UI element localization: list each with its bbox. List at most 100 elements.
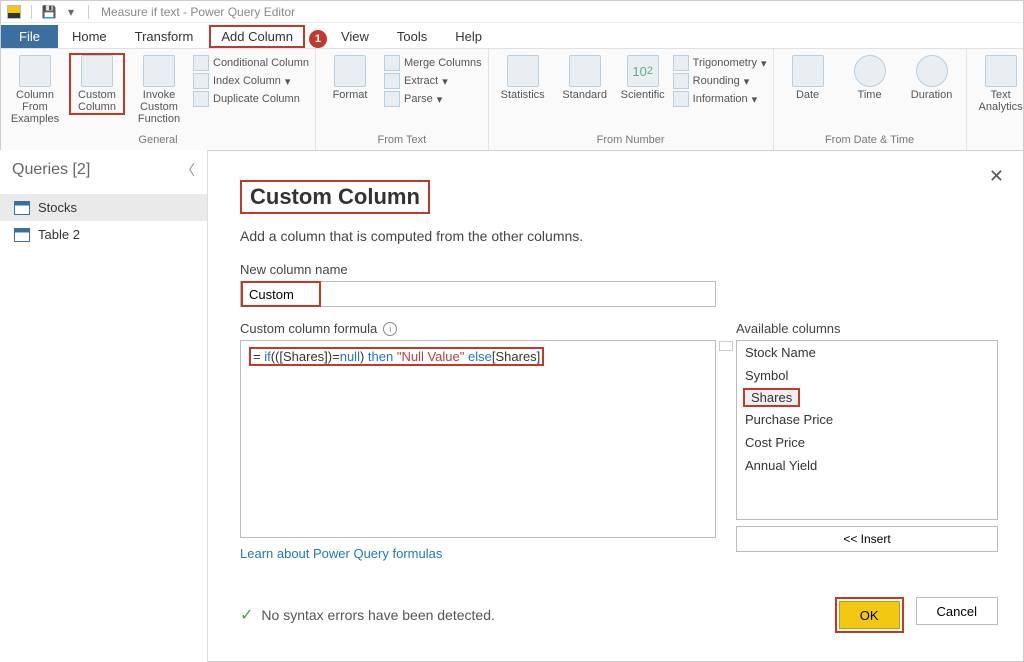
avail-col-purchase-price[interactable]: Purchase Price [737,408,997,431]
check-icon: ✓ [240,605,253,625]
tab-tools[interactable]: Tools [383,25,441,48]
query-item-table2[interactable]: Table 2 [0,221,207,248]
save-icon[interactable]: 💾 [40,3,58,21]
index-icon [193,73,209,89]
group-from-text: Format Merge Columns Extract▾ Parse▾ Fro… [316,49,489,150]
new-column-name-input-wrap[interactable] [240,281,716,307]
conditional-column-button[interactable]: Conditional Column [193,55,309,71]
duration-button[interactable]: Duration [904,53,960,101]
scientific-button[interactable]: 102Scientific [619,53,667,101]
chevron-down-icon: ▾ [761,57,767,70]
rounding-icon [673,73,689,89]
parse-button[interactable]: Parse▾ [384,91,482,107]
label: Statistics [501,89,545,101]
information-button[interactable]: Information ▾ [673,91,767,107]
label: Information [693,93,748,105]
label-text: Custom column formula [240,321,377,336]
column-from-examples-button[interactable]: Column From Examples [7,53,63,125]
conditional-icon [193,55,209,71]
standard-button[interactable]: Standard [557,53,613,101]
general-small-buttons: Conditional Column Index Column ▾ Duplica… [193,53,309,107]
avail-col-symbol[interactable]: Symbol [737,364,997,387]
extract-button[interactable]: Extract▾ [384,73,482,89]
avail-col-stock-name[interactable]: Stock Name [737,341,997,364]
group-text-analytics: Text Analytics [967,49,1024,150]
new-column-name-input[interactable] [241,281,321,307]
insert-button[interactable]: << Insert [736,526,998,552]
tab-add-column[interactable]: Add Column [209,25,305,48]
table-icon [19,55,51,87]
window-title: Measure if text - Power Query Editor [101,5,295,19]
label: Extract [404,75,438,87]
label: Rounding [693,75,740,87]
index-column-button[interactable]: Index Column ▾ [193,73,309,89]
avail-col-cost-price[interactable]: Cost Price [737,431,997,454]
formula-label: Custom column formula i [240,321,716,336]
label: Index Column [213,75,281,87]
formula-input[interactable]: = if(([Shares])=null) then "Null Value" … [240,340,716,538]
calendar-icon [792,55,824,87]
custom-column-dialog: ✕ Custom Column Add a column that is com… [220,158,1018,656]
dialog-title: Custom Column [240,180,430,214]
tab-transform[interactable]: Transform [121,25,208,48]
time-button[interactable]: Time [842,53,898,101]
date-button[interactable]: Date [780,53,836,101]
chevron-down-icon: ▾ [285,75,291,88]
syntax-status: ✓ No syntax errors have been detected. [240,605,495,625]
trig-icon [673,55,689,71]
extract-icon [384,73,400,89]
group-label: From Date & Time [780,134,960,148]
cancel-button[interactable]: Cancel [916,597,998,625]
label: Trigonometry [693,57,757,69]
available-columns-label: Available columns [736,321,998,336]
from-text-small: Merge Columns Extract▾ Parse▾ [384,53,482,107]
tab-file[interactable]: File [1,25,58,48]
dialog-subtitle: Add a column that is computed from the o… [240,228,998,244]
dropdown-icon[interactable]: ▾ [62,3,80,21]
label: Invoke Custom Function [131,89,187,125]
tab-view[interactable]: View [327,25,383,48]
collapse-icon[interactable]: 〈 [181,160,195,180]
format-button[interactable]: Format [322,53,378,101]
group-label [973,134,1024,148]
formula-section: Custom column formula i = if(([Shares])=… [240,321,716,563]
label: Scientific [621,89,665,101]
tab-help[interactable]: Help [441,25,496,48]
callout-badge-1: 1 [309,30,327,48]
tab-home[interactable]: Home [58,25,121,48]
query-label: Table 2 [38,227,80,242]
trigonometry-button[interactable]: Trigonometry ▾ [673,55,767,71]
available-columns-section: Available columns Stock Name Symbol Shar… [736,321,998,552]
available-columns-list[interactable]: Stock Name Symbol Shares Purchase Price … [736,340,998,520]
close-icon[interactable]: ✕ [989,166,1004,187]
group-from-number: Statistics Standard 102Scientific Trigon… [489,49,774,150]
stopwatch-icon [916,55,948,87]
duplicate-column-button[interactable]: Duplicate Column [193,91,309,107]
merge-columns-button[interactable]: Merge Columns [384,55,482,71]
label: Duration [911,89,953,101]
text-analytics-icon [985,55,1017,87]
formula-highlight: = if(([Shares])=null) then "Null Value" … [249,347,544,366]
label: Duplicate Column [213,93,300,105]
query-item-stocks[interactable]: Stocks [0,194,207,221]
group-label: From Number [495,134,767,148]
learn-link[interactable]: Learn about Power Query formulas [240,546,442,561]
text-analytics-button[interactable]: Text Analytics [973,53,1024,113]
scrollbar[interactable] [719,341,733,351]
custom-column-icon [81,55,113,87]
avail-col-annual-yield[interactable]: Annual Yield [737,454,997,477]
chevron-down-icon: ▾ [752,93,758,106]
sigma-icon [507,55,539,87]
duplicate-icon [193,91,209,107]
query-label: Stocks [38,200,77,215]
custom-column-button[interactable]: Custom Column [69,53,125,115]
invoke-custom-function-button[interactable]: Invoke Custom Function [131,53,187,125]
avail-col-shares[interactable]: Shares [743,388,800,407]
info-icon [673,91,689,107]
ok-button[interactable]: OK [839,601,900,629]
rounding-button[interactable]: Rounding▾ [673,73,767,89]
function-icon [143,55,175,87]
info-icon[interactable]: i [383,322,397,336]
clock-icon [854,55,886,87]
statistics-button[interactable]: Statistics [495,53,551,101]
